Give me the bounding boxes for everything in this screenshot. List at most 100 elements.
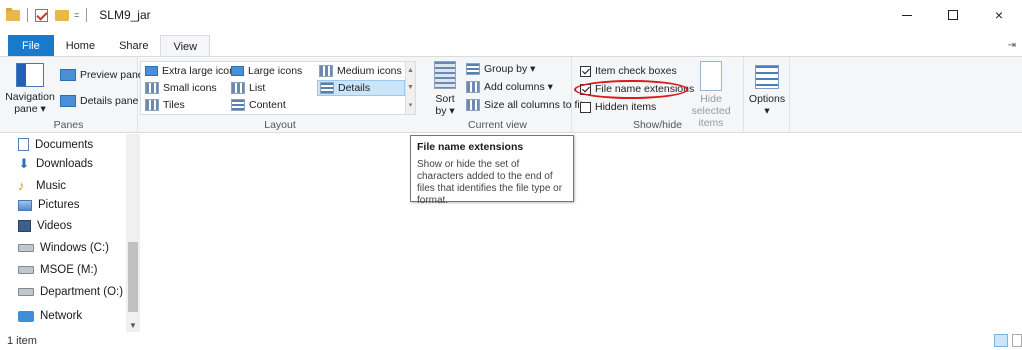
size-all-columns-label: Size all columns to fit xyxy=(484,99,583,111)
show-hide-group-label: Show/hide xyxy=(632,119,683,131)
nav-item-department-o[interactable]: Department (O:) xyxy=(18,286,123,298)
nav-item-pictures[interactable]: Pictures xyxy=(18,199,80,211)
sort-by-button[interactable]: Sort by ▾ xyxy=(430,61,460,117)
content-icon xyxy=(231,99,245,111)
group-by-button[interactable]: Group by ▾ xyxy=(466,63,535,75)
pin-ribbon-icon[interactable]: ⇥ xyxy=(1008,40,1016,51)
tab-home[interactable]: Home xyxy=(54,35,107,57)
close-button[interactable]: × xyxy=(976,0,1022,30)
separator xyxy=(86,8,88,22)
layout-small-icons[interactable]: Small icons xyxy=(145,82,217,94)
ribbon: Navigation pane ▾ Preview pane Details p… xyxy=(0,56,1022,133)
expand-gallery-icon[interactable]: ▾ xyxy=(409,101,413,109)
title-bar: = SLM9_jar × xyxy=(0,0,1022,30)
nav-item-windows-c[interactable]: Windows (C:) xyxy=(18,242,109,254)
details-view-button[interactable] xyxy=(994,334,1008,347)
nav-item-label: Network xyxy=(40,310,83,322)
medium-icons-icon xyxy=(319,65,333,77)
tooltip: File name extensions Show or hide the se… xyxy=(410,135,574,206)
group-by-label: Group by ▾ xyxy=(484,63,536,75)
current-view-group-label: Current view xyxy=(468,119,527,131)
minimize-button[interactable] xyxy=(884,0,930,30)
nav-pane-scrollbar[interactable]: ▼ xyxy=(126,134,140,332)
layout-details[interactable]: Details xyxy=(317,80,405,96)
hidden-items-toggle[interactable]: Hidden items xyxy=(580,101,656,113)
new-folder-icon[interactable] xyxy=(55,9,69,21)
large-icons-icon xyxy=(231,66,244,76)
minimize-icon xyxy=(902,14,912,16)
nav-item-label: Videos xyxy=(37,220,72,232)
nav-item-videos[interactable]: Videos xyxy=(18,220,72,232)
navigation-pane-button[interactable]: Navigation pane ▾ xyxy=(5,63,55,115)
nav-item-documents[interactable]: Documents xyxy=(18,138,93,151)
preview-pane-icon xyxy=(60,69,76,81)
nav-item-network[interactable]: Network xyxy=(18,310,82,322)
options-group: Options ▾ xyxy=(744,57,790,133)
sort-by-label: Sort by ▾ xyxy=(435,93,455,117)
tiles-icon xyxy=(145,99,159,111)
layout-gallery: Extra large icons Large icons Medium ico… xyxy=(140,61,416,115)
layout-extra-large-icons[interactable]: Extra large icons xyxy=(145,65,240,77)
layout-item-label: Large icons xyxy=(248,65,303,77)
list-icon xyxy=(231,82,245,94)
tab-view[interactable]: View xyxy=(160,35,211,57)
folder-icon xyxy=(6,7,20,21)
network-icon xyxy=(18,310,34,322)
panes-group-label: Panes xyxy=(53,119,84,131)
chevron-down-icon[interactable]: ▼ xyxy=(129,321,137,330)
maximize-icon xyxy=(948,10,958,20)
nav-item-label: MSOE (M:) xyxy=(40,264,98,276)
scrollbar-thumb[interactable] xyxy=(128,242,138,312)
details-pane-button[interactable]: Details pane xyxy=(60,95,138,107)
status-bar: 1 item xyxy=(0,332,1022,350)
pictures-icon xyxy=(18,199,32,211)
add-columns-button[interactable]: Add columns ▾ xyxy=(466,81,553,93)
layout-item-label: Tiles xyxy=(163,99,185,111)
nav-item-music[interactable]: ♪ Music xyxy=(18,179,66,192)
layout-item-label: Content xyxy=(249,99,286,111)
network-drive-icon xyxy=(18,288,34,296)
hide-selected-icon xyxy=(700,61,722,91)
hidden-items-label: Hidden items xyxy=(595,101,657,113)
nav-item-msoe-m[interactable]: MSOE (M:) xyxy=(18,264,98,276)
details-icon xyxy=(320,82,334,94)
separator xyxy=(27,8,28,22)
nav-item-label: Windows (C:) xyxy=(40,242,110,254)
downloads-icon: ⬇ xyxy=(18,156,30,171)
videos-icon xyxy=(18,220,31,232)
layout-item-label: List xyxy=(249,82,266,94)
item-check-boxes-toggle[interactable]: Item check boxes xyxy=(580,65,677,77)
layout-medium-icons[interactable]: Medium icons xyxy=(319,65,402,77)
quick-access-dropdown[interactable]: = xyxy=(74,10,79,20)
chevron-up-icon[interactable]: ▲ xyxy=(407,67,414,74)
large-icons-view-button[interactable] xyxy=(1012,334,1022,347)
tab-share[interactable]: Share xyxy=(107,35,160,57)
details-pane-label: Details pane xyxy=(80,95,139,107)
chevron-down-icon[interactable]: ▼ xyxy=(407,84,414,91)
add-columns-label: Add columns ▾ xyxy=(484,81,553,93)
nav-item-downloads[interactable]: ⬇ Downloads xyxy=(18,156,93,171)
properties-icon[interactable] xyxy=(35,8,48,22)
tab-file[interactable]: File xyxy=(8,35,54,57)
options-button[interactable]: Options ▾ xyxy=(748,65,786,117)
layout-tiles[interactable]: Tiles xyxy=(145,99,185,111)
layout-gallery-scroll[interactable]: ▲ ▼ ▾ xyxy=(405,62,415,114)
layout-large-icons[interactable]: Large icons xyxy=(231,65,302,77)
item-check-boxes-checkbox[interactable] xyxy=(580,65,591,77)
layout-list[interactable]: List xyxy=(231,82,265,94)
layout-item-label: Details xyxy=(338,82,371,94)
options-label: Options ▾ xyxy=(748,93,786,117)
panes-group: Navigation pane ▾ Preview pane Details p… xyxy=(0,57,144,133)
layout-content[interactable]: Content xyxy=(231,99,286,111)
maximize-button[interactable] xyxy=(930,0,976,30)
size-all-columns-button[interactable]: Size all columns to fit xyxy=(466,99,583,111)
nav-item-label: Music xyxy=(36,179,67,192)
item-check-boxes-label: Item check boxes xyxy=(595,65,677,77)
layout-item-label: Small icons xyxy=(163,82,217,94)
drive-icon xyxy=(18,244,34,252)
hidden-items-checkbox[interactable] xyxy=(580,101,591,113)
group-by-icon xyxy=(466,63,480,75)
preview-pane-button[interactable]: Preview pane xyxy=(60,69,144,81)
window-controls: × xyxy=(884,0,1022,30)
quick-access-toolbar: = xyxy=(0,0,91,30)
